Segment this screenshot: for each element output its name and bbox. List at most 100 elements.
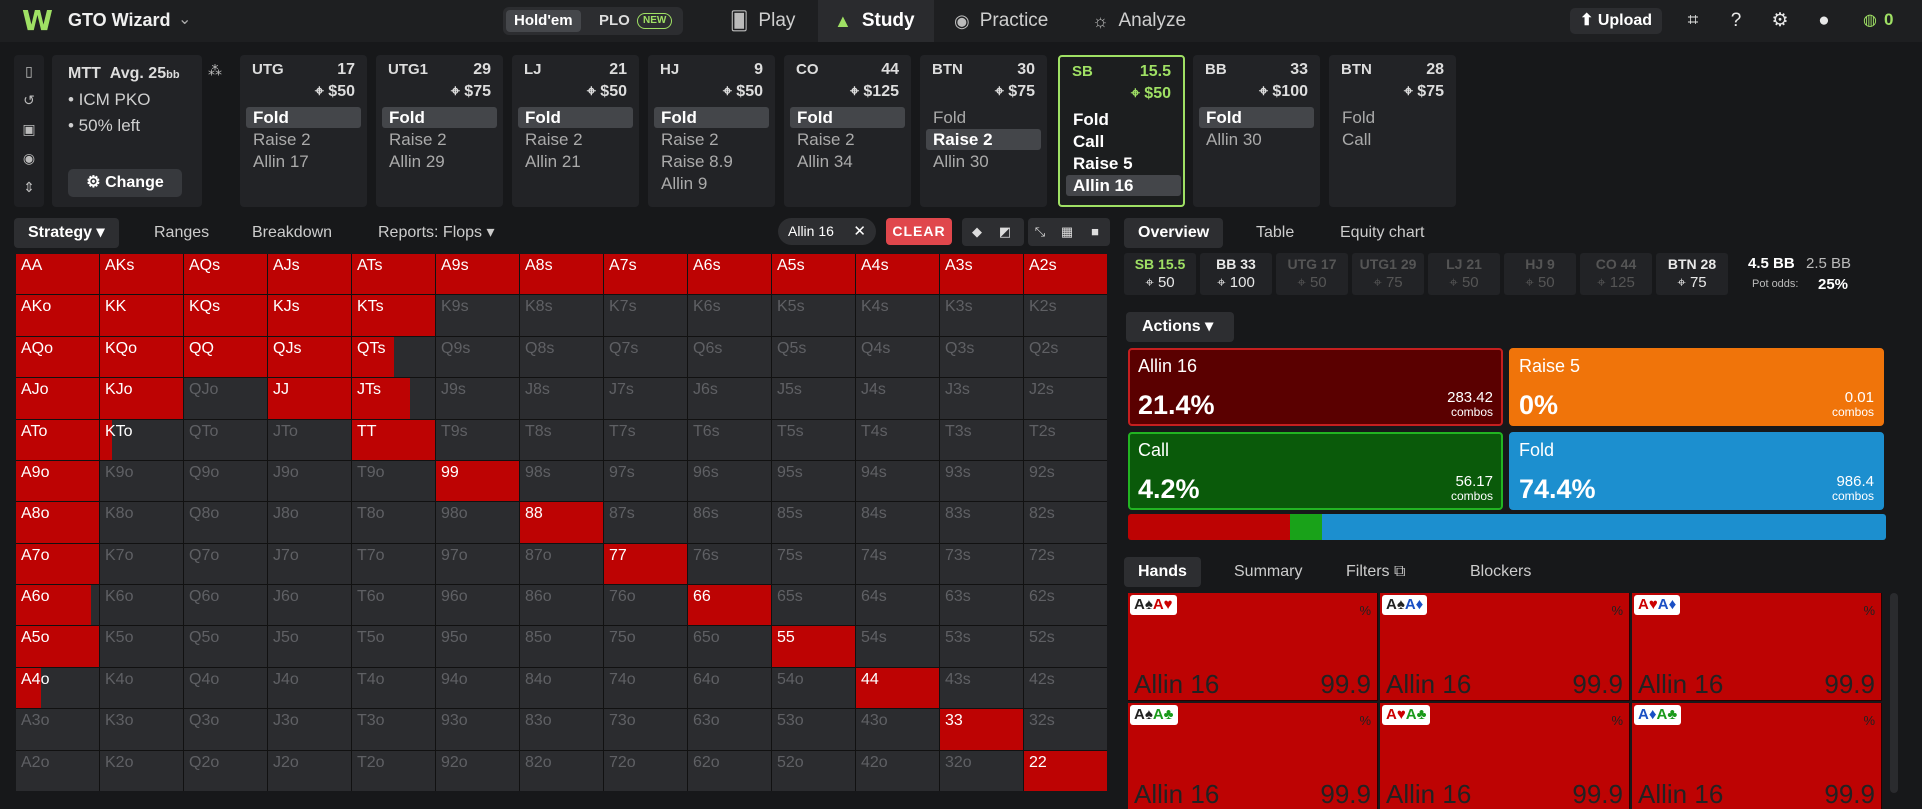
seat-action-option[interactable]: Raise 5 [1066, 153, 1181, 174]
seat-action-option[interactable]: Allin 30 [926, 151, 1041, 172]
hand-cell[interactable]: KTo [100, 419, 183, 460]
hand-cell[interactable]: QTs [352, 336, 435, 378]
hand-cell[interactable]: AQo [16, 336, 99, 378]
hand-cell[interactable]: 22 [1024, 750, 1107, 791]
expand-icon[interactable]: ⇕ [21, 179, 37, 196]
seat-utg1[interactable]: UTG1 29 ⌖ $75 Fold Raise 2 Allin 29 [376, 55, 503, 207]
hand-cell[interactable]: K5s [772, 295, 855, 336]
hand-cell[interactable]: J9o [268, 460, 351, 502]
user-icon[interactable]: ● [1812, 9, 1836, 33]
hand-cell[interactable]: A5o [16, 626, 99, 667]
hand-cell[interactable]: Q2s [1024, 336, 1107, 378]
hand-combo-cell[interactable]: A♥A♣% Allin 16 99.9 [1380, 703, 1630, 809]
hand-combo-cell[interactable]: A♠A♥% Allin 16 99.9 [1128, 593, 1378, 701]
hand-cell[interactable]: J2o [268, 750, 351, 791]
hand-cell[interactable]: 82s [1024, 502, 1107, 543]
seat-action-option[interactable]: Allin 34 [790, 151, 905, 172]
seat-action-option[interactable]: Call [1066, 131, 1181, 152]
hand-cell[interactable]: A8o [16, 502, 99, 543]
filter-chip[interactable]: Allin 16 ✕ [778, 218, 876, 245]
seat-action-option[interactable]: Raise 2 [382, 129, 497, 150]
hand-cell[interactable]: 95s [772, 460, 855, 502]
hand-cell[interactable]: A9s [436, 254, 519, 295]
hand-cell[interactable]: A5s [772, 254, 855, 295]
change-button[interactable]: ⚙ Change [68, 169, 182, 197]
hand-cell[interactable]: 64o [688, 667, 771, 709]
tab-table[interactable]: Table [1256, 218, 1294, 248]
hand-cell[interactable]: 85s [772, 502, 855, 543]
hand-cell[interactable]: ATs [352, 254, 435, 295]
hand-cell[interactable]: 85o [520, 626, 603, 667]
hand-combo-cell[interactable]: A♥A♦% Allin 16 99.9 [1632, 593, 1882, 701]
hand-cell[interactable]: T7o [352, 543, 435, 585]
hand-cell[interactable]: A2s [1024, 254, 1107, 295]
hand-cell[interactable]: 76o [604, 585, 687, 626]
tab-summary[interactable]: Summary [1234, 557, 1302, 587]
hand-cell[interactable]: K3o [100, 709, 183, 750]
hand-cell[interactable]: T8s [520, 419, 603, 460]
hand-cell[interactable]: KJs [268, 295, 351, 336]
hand-cell[interactable]: 76s [688, 543, 771, 585]
hand-cell[interactable]: T9s [436, 419, 519, 460]
grid-icon[interactable]: ▦ [1055, 221, 1079, 243]
hand-cell[interactable]: JTs [352, 378, 435, 419]
seat-action-option[interactable]: Fold [926, 107, 1041, 128]
hand-cell[interactable]: Q6s [688, 336, 771, 378]
hand-cell[interactable]: KTs [352, 295, 435, 336]
hand-cell[interactable]: KQs [184, 295, 267, 336]
hand-cell[interactable]: T5s [772, 419, 855, 460]
hand-cell[interactable]: AKo [16, 295, 99, 336]
hand-cell[interactable]: QTo [184, 419, 267, 460]
hand-cell[interactable]: 32s [1024, 709, 1107, 750]
hand-cell[interactable]: Q9s [436, 336, 519, 378]
seat-action-option[interactable]: Fold [246, 107, 361, 128]
upload-button[interactable]: ⬆ Upload [1570, 8, 1662, 34]
hand-cell[interactable]: Q4o [184, 667, 267, 709]
hand-cell[interactable]: A3o [16, 709, 99, 750]
hand-cell[interactable]: 97s [604, 460, 687, 502]
seat-sb[interactable]: SB 15.5 ⌖ $50 Fold Call Raise 5 Allin 16 [1058, 55, 1185, 207]
screenshot-icon[interactable]: ⌗ [1681, 9, 1705, 33]
hand-cell[interactable]: KJo [100, 378, 183, 419]
hand-cell[interactable]: 64s [856, 585, 939, 626]
hand-cell[interactable]: K6s [688, 295, 771, 336]
hand-cell[interactable]: 83o [520, 709, 603, 750]
hand-cell[interactable]: 77 [604, 543, 687, 585]
hand-cell[interactable]: J6s [688, 378, 771, 419]
bookmark-icon[interactable]: ▯ [21, 63, 37, 80]
app-name[interactable]: GTO Wizard [68, 10, 171, 31]
action-card-fold[interactable]: Fold 74.4% 986.4 combos [1509, 432, 1884, 510]
hand-cell[interactable]: T7s [604, 419, 687, 460]
hand-cell[interactable]: 96s [688, 460, 771, 502]
hand-cell[interactable]: K7o [100, 543, 183, 585]
hand-cell[interactable]: AKs [100, 254, 183, 295]
hand-cell[interactable]: 82o [520, 750, 603, 791]
hand-cell[interactable]: 32o [940, 750, 1023, 791]
hand-cell[interactable]: 52o [772, 750, 855, 791]
tab-filters[interactable]: Filters ⧉ [1346, 557, 1405, 587]
hand-cell[interactable]: Q4s [856, 336, 939, 378]
seat-btn[interactable]: BTN 30 ⌖ $75 Fold Raise 2 Allin 30 [920, 55, 1047, 207]
hand-cell[interactable]: T5o [352, 626, 435, 667]
hand-cell[interactable]: A9o [16, 460, 99, 502]
hand-cell[interactable]: 95o [436, 626, 519, 667]
hand-cell[interactable]: 43s [940, 667, 1023, 709]
hand-cell[interactable]: K7s [604, 295, 687, 336]
hand-cell[interactable]: K5o [100, 626, 183, 667]
seat-action-option[interactable]: Raise 2 [518, 129, 633, 150]
hand-cell[interactable]: 97o [436, 543, 519, 585]
hand-cell[interactable]: K2o [100, 750, 183, 791]
close-icon[interactable]: ✕ [853, 218, 866, 245]
hand-cell[interactable]: 33 [940, 709, 1023, 750]
hand-cell[interactable]: Q2o [184, 750, 267, 791]
hand-cell[interactable]: K6o [100, 585, 183, 626]
hand-cell[interactable]: J3s [940, 378, 1023, 419]
seat-action-option[interactable]: Allin 21 [518, 151, 633, 172]
hand-cell[interactable]: 63s [940, 585, 1023, 626]
nav-study[interactable]: ▲ Study [818, 0, 934, 42]
hand-combo-cell[interactable]: A♠A♣% Allin 16 99.9 [1128, 703, 1378, 809]
seat-bb[interactable]: BB 33 ⌖ $100 Fold Allin 30 [1193, 55, 1320, 207]
hand-combo-cell[interactable]: A♠A♦% Allin 16 99.9 [1380, 593, 1630, 701]
seat-action-option[interactable]: Fold [382, 107, 497, 128]
tab-breakdown[interactable]: Breakdown [252, 218, 332, 248]
